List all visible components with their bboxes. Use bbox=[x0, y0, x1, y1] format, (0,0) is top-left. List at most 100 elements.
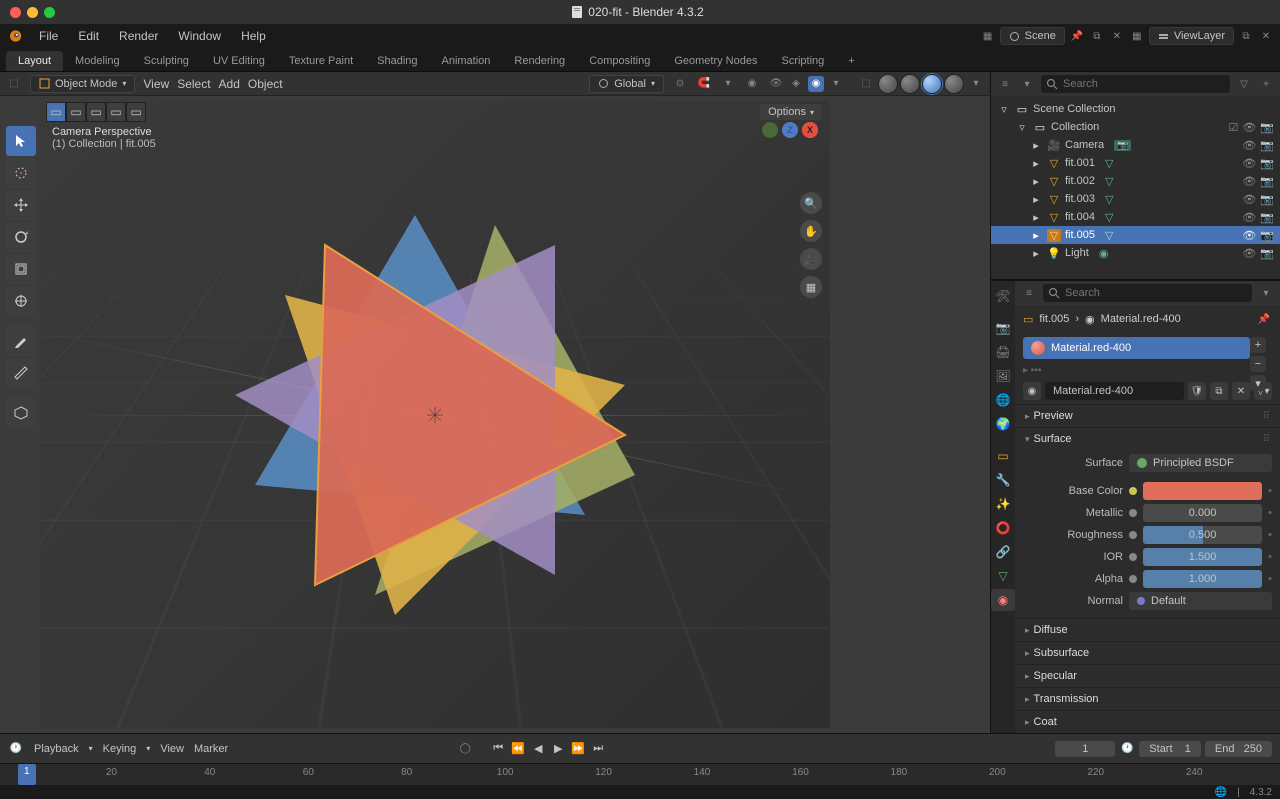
maximize-window-button[interactable] bbox=[44, 7, 55, 18]
outliner-item-fit001[interactable]: ▸ ▽ fit.001 ▽ 👁📷 bbox=[991, 154, 1280, 172]
tool-cursor[interactable] bbox=[6, 158, 36, 188]
perspective-toggle-icon[interactable]: ▦ bbox=[800, 276, 822, 298]
select-subtract-mode[interactable]: ▭ bbox=[86, 102, 106, 122]
select-extend-mode[interactable]: ▭ bbox=[66, 102, 86, 122]
outliner-new-collection-icon[interactable]: + bbox=[1258, 76, 1274, 92]
prop-tab-mesh[interactable]: ▽ bbox=[991, 565, 1015, 587]
tool-rotate[interactable] bbox=[6, 222, 36, 252]
select-invert-mode[interactable]: ▭ bbox=[126, 102, 146, 122]
timeline-menu-marker[interactable]: Marker bbox=[194, 743, 228, 755]
material-unlink-icon[interactable]: ✕ bbox=[1232, 382, 1250, 400]
menu-window[interactable]: Window bbox=[169, 26, 230, 46]
shading-material[interactable] bbox=[922, 74, 942, 94]
timeline-menu-keying[interactable]: Keying bbox=[103, 743, 137, 755]
shading-solid[interactable] bbox=[900, 74, 920, 94]
overlay-toggle-icon[interactable]: ◉ bbox=[808, 76, 824, 92]
outliner-item-fit003[interactable]: ▸ ▽ fit.003 ▽ 👁📷 bbox=[991, 190, 1280, 208]
normal-field[interactable]: Default bbox=[1129, 592, 1272, 610]
prop-tab-scene[interactable]: 🌐 bbox=[991, 389, 1015, 411]
camera-view-icon[interactable]: 🎥 bbox=[800, 248, 822, 270]
timeline-menu-playback[interactable]: Playback bbox=[34, 743, 79, 755]
viewlayer-name-field[interactable]: ViewLayer bbox=[1149, 27, 1234, 45]
jump-next-key-icon[interactable]: ⏩ bbox=[569, 741, 587, 757]
metallic-socket-icon[interactable] bbox=[1129, 509, 1137, 517]
orientation-selector[interactable]: Global ▾ bbox=[589, 75, 664, 93]
prop-tab-world[interactable]: 🌍 bbox=[991, 413, 1015, 435]
ior-socket-icon[interactable] bbox=[1129, 553, 1137, 561]
metallic-field[interactable]: 0.000 bbox=[1143, 504, 1262, 522]
shading-wireframe[interactable] bbox=[878, 74, 898, 94]
pivot-icon[interactable]: ⊙ bbox=[672, 76, 688, 92]
outliner-collection[interactable]: ▿ ▭ Collection ☑👁📷 bbox=[991, 118, 1280, 136]
workspace-tab-modeling[interactable]: Modeling bbox=[63, 51, 132, 71]
outliner-item-fit002[interactable]: ▸ ▽ fit.002 ▽ 👁📷 bbox=[991, 172, 1280, 190]
panel-diffuse[interactable]: Diffuse bbox=[1015, 619, 1280, 641]
workspace-tab-layout[interactable]: Layout bbox=[6, 51, 63, 71]
menu-edit[interactable]: Edit bbox=[69, 26, 108, 46]
shading-options-icon[interactable]: ▾ bbox=[968, 76, 984, 92]
workspace-add-button[interactable]: + bbox=[836, 51, 866, 71]
zoom-icon[interactable]: 🔍 bbox=[800, 192, 822, 214]
play-reverse-icon[interactable]: ◀ bbox=[529, 741, 547, 757]
autokey-icon[interactable]: ◯ bbox=[457, 741, 473, 757]
prop-tab-object[interactable]: ▭ bbox=[991, 445, 1015, 467]
outliner-item-fit004[interactable]: ▸ ▽ fit.004 ▽ 👁📷 bbox=[991, 208, 1280, 226]
panel-surface[interactable]: Surface ⠿ bbox=[1015, 428, 1280, 450]
props-editor-icon[interactable]: ≡ bbox=[1021, 285, 1037, 301]
viewport-3d[interactable]: ▭ ▭ ▭ ▭ ▭ Camera Perspective (1) Collect… bbox=[0, 96, 990, 733]
prop-tab-render[interactable]: 📷 bbox=[991, 317, 1015, 339]
alpha-field[interactable]: 1.000 bbox=[1143, 570, 1262, 588]
workspace-tab-sculpting[interactable]: Sculpting bbox=[132, 51, 201, 71]
tool-annotate[interactable] bbox=[6, 326, 36, 356]
material-fake-user-icon[interactable]: 🛡 bbox=[1188, 382, 1206, 400]
select-box-mode[interactable]: ▭ bbox=[46, 102, 66, 122]
material-slot-add[interactable]: + bbox=[1250, 337, 1266, 353]
panel-transmission[interactable]: Transmission bbox=[1015, 688, 1280, 710]
preview-range-icon[interactable]: 🕐 bbox=[1119, 741, 1135, 757]
properties-search-input[interactable] bbox=[1043, 284, 1252, 302]
workspace-tab-uv-editing[interactable]: UV Editing bbox=[201, 51, 277, 71]
menu-file[interactable]: File bbox=[30, 26, 67, 46]
prop-tab-physics[interactable]: ⭕ bbox=[991, 517, 1015, 539]
outliner-editor-icon[interactable]: ≡ bbox=[997, 76, 1013, 92]
delete-viewlayer-icon[interactable]: ✕ bbox=[1258, 28, 1274, 44]
mode-selector[interactable]: Object Mode ▾ bbox=[30, 75, 135, 93]
timeline-menu-view[interactable]: View bbox=[160, 743, 184, 755]
alpha-socket-icon[interactable] bbox=[1129, 575, 1137, 583]
orbit-gizmo[interactable]: Z Y X bbox=[760, 122, 820, 182]
delete-scene-icon[interactable]: ✕ bbox=[1109, 28, 1125, 44]
outliner-item-camera[interactable]: ▸ 🎥 Camera 📷 👁📷 bbox=[991, 136, 1280, 154]
close-window-button[interactable] bbox=[10, 7, 21, 18]
prop-tab-tool[interactable]: 🛠 bbox=[991, 285, 1015, 307]
visibility-icon[interactable]: 👁 bbox=[768, 76, 784, 92]
end-frame-field[interactable]: End 250 bbox=[1205, 741, 1272, 757]
workspace-tab-shading[interactable]: Shading bbox=[365, 51, 429, 71]
prop-tab-output[interactable]: 🖨 bbox=[991, 341, 1015, 363]
copy-scene-icon[interactable]: ⧉ bbox=[1089, 28, 1105, 44]
material-slot-menu[interactable]: ▾ bbox=[1250, 375, 1266, 391]
prop-tab-constraints[interactable]: 🔗 bbox=[991, 541, 1015, 563]
tool-move[interactable] bbox=[6, 190, 36, 220]
minimize-window-button[interactable] bbox=[27, 7, 38, 18]
jump-start-icon[interactable]: ⏮ bbox=[489, 741, 507, 757]
workspace-tab-scripting[interactable]: Scripting bbox=[769, 51, 836, 71]
browse-viewlayer-icon[interactable]: ▦ bbox=[1129, 28, 1145, 44]
workspace-tab-compositing[interactable]: Compositing bbox=[577, 51, 662, 71]
panel-specular[interactable]: Specular bbox=[1015, 665, 1280, 687]
surface-shader-field[interactable]: Principled BSDF bbox=[1129, 454, 1272, 472]
base-color-socket-icon[interactable] bbox=[1129, 487, 1137, 495]
tool-scale[interactable] bbox=[6, 254, 36, 284]
jump-prev-key-icon[interactable]: ⏪ bbox=[509, 741, 527, 757]
viewport-menu-object[interactable]: Object bbox=[248, 77, 283, 91]
outliner-item-light[interactable]: ▸ 💡 Light ◉ 👁📷 bbox=[991, 244, 1280, 262]
panel-preview[interactable]: Preview ⠿ bbox=[1015, 405, 1280, 427]
playhead[interactable]: 1 bbox=[18, 764, 36, 785]
menu-help[interactable]: Help bbox=[232, 26, 275, 46]
jump-end-icon[interactable]: ⏭ bbox=[589, 741, 607, 757]
select-intersect-mode[interactable]: ▭ bbox=[106, 102, 126, 122]
workspace-tab-rendering[interactable]: Rendering bbox=[502, 51, 577, 71]
panel-coat[interactable]: Coat bbox=[1015, 711, 1280, 733]
workspace-tab-animation[interactable]: Animation bbox=[430, 51, 503, 71]
anim-dot-icon[interactable]: • bbox=[1268, 485, 1272, 497]
start-frame-field[interactable]: Start 1 bbox=[1139, 741, 1201, 757]
